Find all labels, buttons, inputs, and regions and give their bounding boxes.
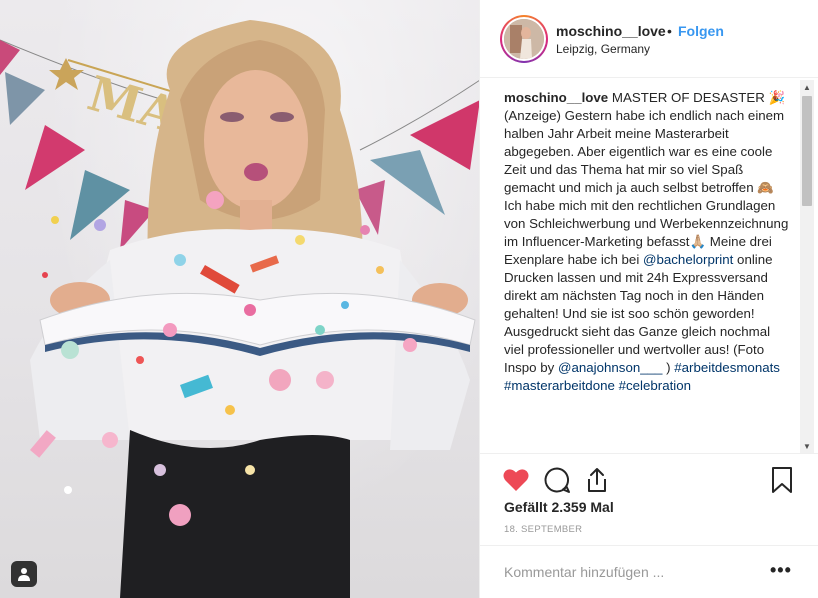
action-bar: [480, 453, 818, 503]
caption-body-3: ): [662, 360, 675, 375]
comment-icon[interactable]: [543, 466, 571, 494]
caption-username[interactable]: moschino__love: [504, 90, 608, 105]
hashtag-link[interactable]: #celebration: [619, 378, 691, 393]
post-username[interactable]: moschino__love: [556, 23, 666, 39]
post-header: moschino__love • Folgen Leipzig, Germany: [480, 0, 818, 78]
follow-button[interactable]: Folgen: [678, 23, 724, 39]
avatar[interactable]: [504, 19, 544, 59]
tagged-people-icon[interactable]: [11, 561, 37, 587]
heart-icon[interactable]: [502, 466, 530, 494]
photo-scene: MAST: [0, 20, 479, 598]
more-options-icon[interactable]: •••: [770, 560, 792, 581]
hashtag-link[interactable]: #masterarbeitdone: [504, 378, 615, 393]
post-photo[interactable]: MAST: [0, 0, 480, 598]
pennant: [25, 125, 85, 190]
scroll-down-arrow-icon[interactable]: ▼: [800, 439, 814, 453]
scroll-thumb[interactable]: [802, 96, 812, 206]
caption-text: moschino__love MASTER OF DESASTER 🎉 (Anz…: [504, 89, 790, 395]
comment-bar: •••: [480, 545, 818, 598]
caption-scrollbar[interactable]: ▲ ▼: [800, 80, 814, 453]
caption-body-1: MASTER OF DESASTER 🎉 (Anzeige) Gestern h…: [504, 90, 789, 267]
likes-count[interactable]: Gefällt 2.359 Mal: [504, 499, 614, 515]
hashtag-link[interactable]: #arbeitdesmonats: [674, 360, 780, 375]
share-icon[interactable]: [583, 466, 611, 494]
avatar-story-ring[interactable]: [500, 15, 548, 63]
post-date[interactable]: 18. SEPTEMBER: [504, 524, 582, 535]
post-side-panel: moschino__love • Folgen Leipzig, Germany…: [480, 0, 818, 598]
bookmark-icon[interactable]: [768, 466, 796, 494]
mention-link[interactable]: @bachelorprint: [643, 252, 733, 267]
mention-link[interactable]: @anajohnson___: [558, 360, 662, 375]
caption-area[interactable]: moschino__love MASTER OF DESASTER 🎉 (Anz…: [504, 89, 790, 451]
post-location[interactable]: Leipzig, Germany: [556, 42, 650, 56]
pennant: [5, 72, 45, 125]
comment-input[interactable]: [504, 564, 764, 580]
pennant: [0, 40, 20, 75]
caption-body-2: online Drucken lassen und mit 24h Expres…: [504, 252, 773, 375]
separator-dot: •: [667, 23, 672, 39]
scroll-up-arrow-icon[interactable]: ▲: [800, 80, 814, 94]
